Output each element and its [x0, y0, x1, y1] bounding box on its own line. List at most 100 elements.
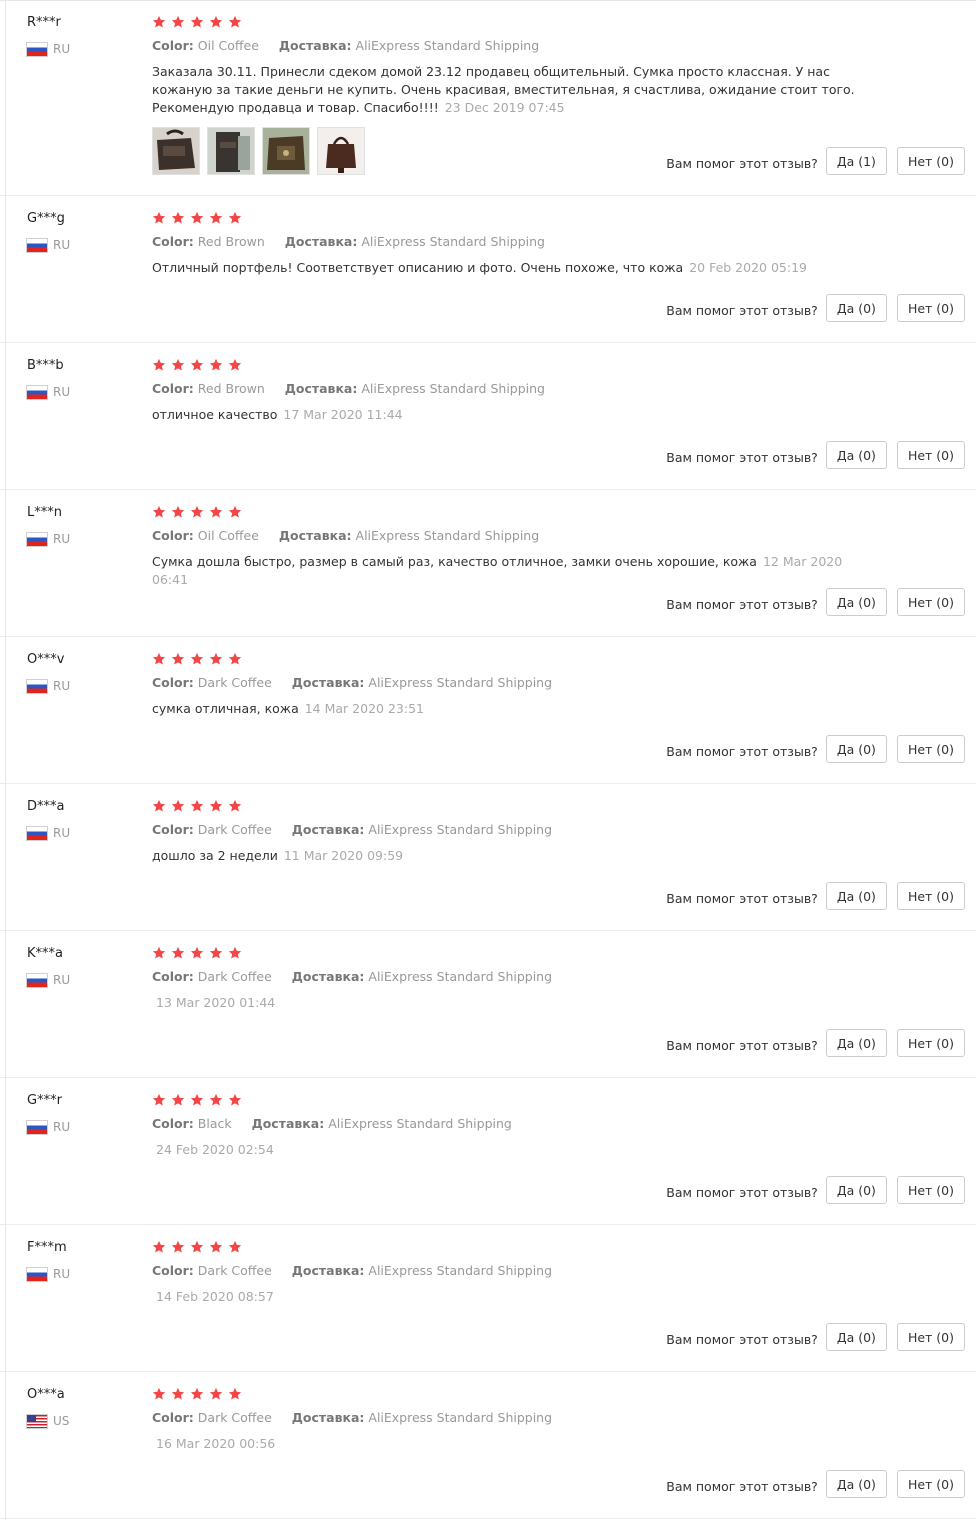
star-icon	[190, 211, 204, 224]
review-date: 23 Dec 2019 07:45	[444, 100, 565, 115]
helpful-question: Вам помог этот отзыв?	[666, 1037, 818, 1053]
country-code: RU	[53, 679, 71, 693]
reviewer-name: O***a	[27, 1387, 65, 1402]
review-item: D***a RU Color: Dark Coffee Доставка: Al…	[0, 784, 976, 931]
star-icon	[209, 1240, 223, 1253]
star-icon	[228, 15, 242, 28]
vote-yes-button[interactable]: Да (0)	[825, 1323, 887, 1351]
color-value: Dark Coffee	[197, 969, 272, 984]
review-body: Отличный портфель! Соответствует описани…	[152, 259, 862, 277]
review-photo[interactable]	[317, 127, 365, 175]
vote-yes-button[interactable]: Да (0)	[825, 1176, 887, 1204]
reviewer-name: K***a	[27, 946, 63, 961]
star-icon	[152, 358, 166, 371]
reviewer-name: G***g	[27, 211, 65, 226]
review-item: R***r RU Color: Oil Coffee Доставка: Ali…	[0, 0, 976, 196]
star-icon	[171, 1240, 185, 1253]
color-value: Dark Coffee	[197, 1263, 272, 1278]
helpful-question: Вам помог этот отзыв?	[666, 302, 818, 318]
vote-no-button[interactable]: Нет (0)	[896, 1323, 965, 1351]
color-label: Color:	[152, 1263, 194, 1278]
review-body: сумка отличная, кожа 14 Mar 2020 23:51	[152, 700, 862, 718]
review-date: 24 Feb 2020 02:54	[156, 1142, 274, 1157]
star-icon	[228, 946, 242, 959]
review-text: Сумка дошла быстро, размер в самый раз, …	[152, 554, 757, 569]
helpful-question: Вам помог этот отзыв?	[666, 1331, 818, 1347]
country-code: RU	[53, 1267, 71, 1281]
russia-flag-icon	[27, 1267, 47, 1281]
star-rating	[152, 799, 247, 813]
star-icon	[152, 1093, 166, 1106]
purchase-info: Color: Oil Coffee Доставка: AliExpress S…	[152, 528, 539, 543]
vote-no-button[interactable]: Нет (0)	[896, 1029, 965, 1057]
helpful-vote: Вам помог этот отзыв? Да (0) Нет (0)	[666, 1323, 965, 1351]
helpful-vote: Вам помог этот отзыв? Да (0) Нет (0)	[666, 1470, 965, 1498]
review-item: G***r RU Color: Black Доставка: AliExpre…	[0, 1078, 976, 1225]
star-icon	[209, 505, 223, 518]
helpful-vote: Вам помог этот отзыв? Да (0) Нет (0)	[666, 1176, 965, 1204]
review-text: отличное качество	[152, 407, 278, 422]
review-body: 24 Feb 2020 02:54	[152, 1141, 862, 1159]
country-code: RU	[53, 826, 71, 840]
vote-no-button[interactable]: Нет (0)	[896, 588, 965, 616]
star-icon	[209, 946, 223, 959]
shipping-label: Доставка:	[291, 1263, 365, 1278]
reviewer-country: RU	[27, 972, 70, 988]
vote-no-button[interactable]: Нет (0)	[896, 735, 965, 763]
helpful-question: Вам помог этот отзыв?	[666, 890, 818, 906]
shipping-label: Доставка:	[291, 675, 365, 690]
vote-yes-button[interactable]: Да (0)	[825, 588, 887, 616]
helpful-question: Вам помог этот отзыв?	[666, 1478, 818, 1494]
reviewer-name: B***b	[27, 358, 64, 373]
purchase-info: Color: Black Доставка: AliExpress Standa…	[152, 1116, 512, 1131]
purchase-info: Color: Red Brown Доставка: AliExpress St…	[152, 234, 545, 249]
star-icon	[228, 358, 242, 371]
helpful-question: Вам помог этот отзыв?	[666, 743, 818, 759]
vote-no-button[interactable]: Нет (0)	[896, 147, 965, 175]
vote-no-button[interactable]: Нет (0)	[896, 1176, 965, 1204]
shipping-label: Доставка:	[251, 1116, 325, 1131]
color-value: Oil Coffee	[197, 38, 259, 53]
star-icon	[228, 1093, 242, 1106]
vote-no-button[interactable]: Нет (0)	[896, 882, 965, 910]
vote-yes-button[interactable]: Да (0)	[825, 294, 887, 322]
vote-no-button[interactable]: Нет (0)	[896, 441, 965, 469]
vote-yes-button[interactable]: Да (0)	[825, 882, 887, 910]
review-photo[interactable]	[207, 127, 255, 175]
country-code: RU	[53, 238, 71, 252]
star-icon	[152, 1387, 166, 1400]
shipping-label: Доставка:	[291, 1410, 365, 1425]
color-label: Color:	[152, 675, 194, 690]
review-photo[interactable]	[262, 127, 310, 175]
shipping-value: AliExpress Standard Shipping	[368, 1263, 553, 1278]
star-icon	[152, 652, 166, 665]
vote-no-button[interactable]: Нет (0)	[896, 294, 965, 322]
vote-yes-button[interactable]: Да (0)	[825, 1029, 887, 1057]
star-icon	[171, 358, 185, 371]
russia-flag-icon	[27, 679, 47, 693]
helpful-question: Вам помог этот отзыв?	[666, 155, 818, 171]
review-photo[interactable]	[152, 127, 200, 175]
star-icon	[171, 652, 185, 665]
review-item: K***a RU Color: Dark Coffee Доставка: Al…	[0, 931, 976, 1078]
star-icon	[152, 211, 166, 224]
vote-yes-button[interactable]: Да (0)	[825, 441, 887, 469]
vote-no-button[interactable]: Нет (0)	[896, 1470, 965, 1498]
vote-yes-button[interactable]: Да (0)	[825, 1470, 887, 1498]
review-date: 14 Feb 2020 08:57	[156, 1289, 274, 1304]
color-label: Color:	[152, 1116, 194, 1131]
helpful-vote: Вам помог этот отзыв? Да (0) Нет (0)	[666, 882, 965, 910]
helpful-vote: Вам помог этот отзыв? Да (0) Нет (0)	[666, 441, 965, 469]
helpful-vote: Вам помог этот отзыв? Да (0) Нет (0)	[666, 294, 965, 322]
shipping-label: Доставка:	[291, 969, 365, 984]
vote-yes-button[interactable]: Да (0)	[825, 735, 887, 763]
star-icon	[190, 15, 204, 28]
russia-flag-icon	[27, 1120, 47, 1134]
star-icon	[190, 358, 204, 371]
reviewer-name: O***v	[27, 652, 65, 667]
star-icon	[171, 1093, 185, 1106]
star-icon	[190, 799, 204, 812]
review-item: L***n RU Color: Oil Coffee Доставка: Ali…	[0, 490, 976, 637]
vote-yes-button[interactable]: Да (1)	[825, 147, 887, 175]
color-value: Oil Coffee	[197, 528, 259, 543]
